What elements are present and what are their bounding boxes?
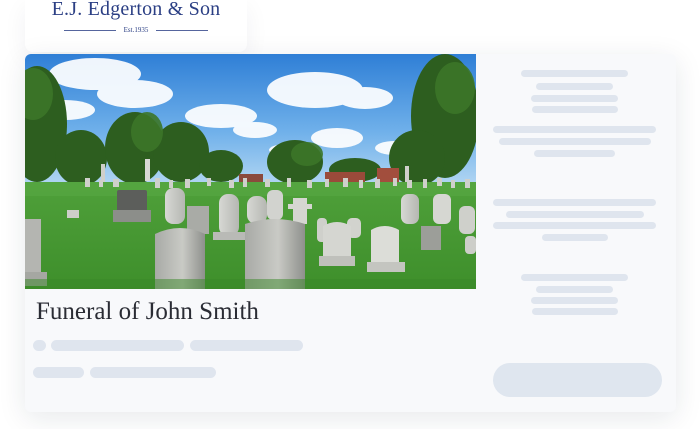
brand-established: Est.1935 (123, 26, 149, 34)
placeholder-text (521, 274, 628, 281)
placeholder-text (90, 367, 216, 378)
placeholder-text (536, 83, 613, 90)
page: E.J. Edgerton & Son Est.1935 Funeral of … (0, 0, 700, 429)
placeholder-text (499, 138, 651, 145)
placeholder-text (521, 70, 628, 77)
status-dot-icon (33, 340, 46, 351)
placeholder-text (531, 95, 618, 102)
placeholder-text (532, 106, 618, 113)
placeholder-text (493, 222, 656, 229)
brand-rule-right (156, 29, 209, 31)
brand-name: E.J. Edgerton & Son (51, 0, 221, 20)
placeholder-text (534, 150, 615, 157)
funeral-card: Funeral of John Smith (25, 54, 676, 412)
placeholder-text (531, 297, 618, 304)
placeholder-text (190, 340, 303, 351)
cemetery-photo (25, 54, 476, 289)
brand-established-row: Est.1935 (25, 26, 247, 34)
placeholder-text (506, 211, 644, 218)
placeholder-text (536, 286, 613, 293)
placeholder-text (493, 199, 656, 206)
placeholder-text (51, 340, 184, 351)
brand-rule-left (63, 29, 116, 31)
hero-image (25, 54, 476, 289)
brand-logo[interactable]: E.J. Edgerton & Son Est.1935 (25, 0, 247, 52)
placeholder-text (542, 234, 608, 241)
listing-title: Funeral of John Smith (36, 298, 259, 325)
placeholder-text (493, 126, 656, 133)
placeholder-text (33, 367, 84, 378)
placeholder-text (532, 308, 618, 315)
placeholder-button[interactable] (493, 363, 662, 397)
